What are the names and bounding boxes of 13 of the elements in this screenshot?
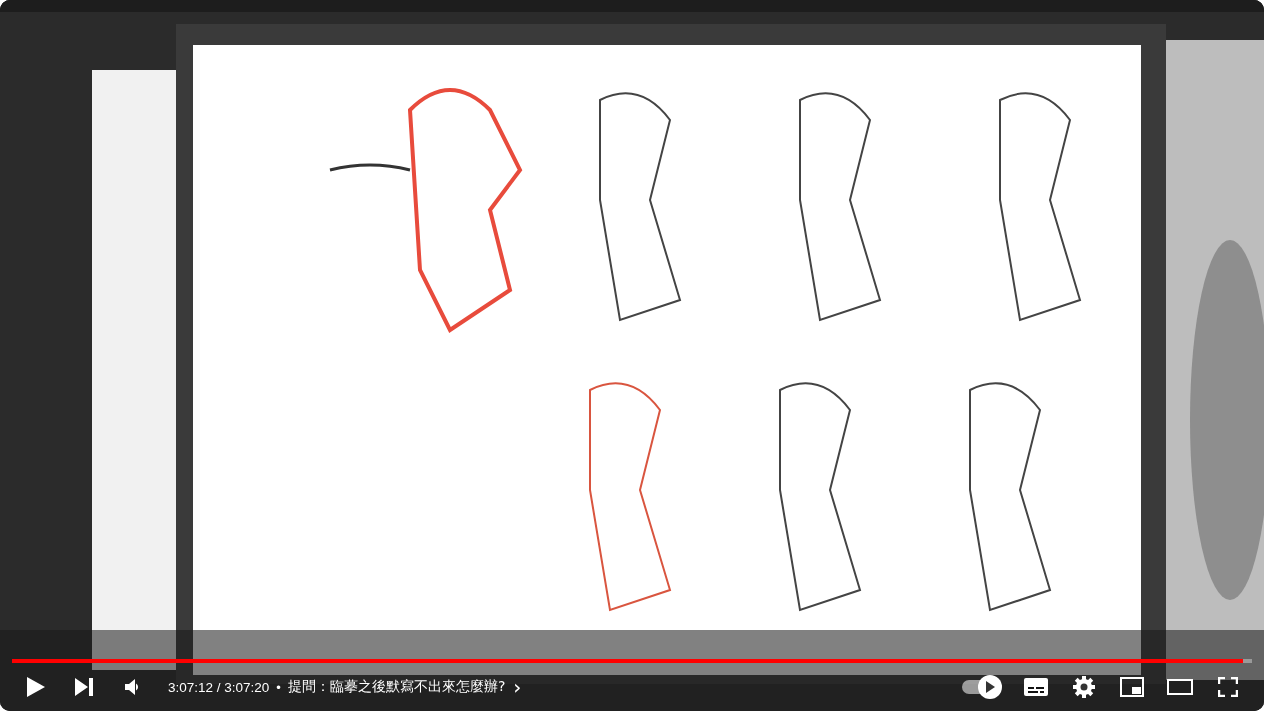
play-icon <box>27 677 45 697</box>
chapter-title[interactable]: 提問：臨摹之後默寫不出來怎麼辦? › <box>287 677 522 697</box>
autoplay-toggle[interactable] <box>960 675 1002 699</box>
play-icon <box>985 681 995 693</box>
subtitles-icon <box>1024 678 1048 696</box>
miniplayer-icon <box>1120 677 1144 697</box>
skip-next-icon <box>75 678 93 696</box>
separator-dot: • <box>276 679 281 695</box>
fullscreen-icon <box>1218 677 1238 697</box>
settings-icon <box>1073 676 1095 698</box>
time-display: 3:07:12 / 3:07:20 <box>168 679 270 695</box>
volume-icon <box>125 679 139 695</box>
theater-icon <box>1167 679 1193 695</box>
